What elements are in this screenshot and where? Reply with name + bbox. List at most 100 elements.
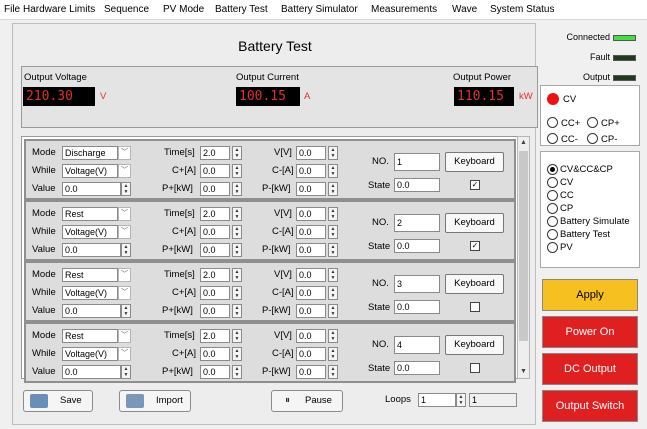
apply-button[interactable]: Apply <box>542 279 638 311</box>
power-on-button[interactable]: Power On <box>542 316 638 348</box>
c-plus-input[interactable]: 0.0 <box>200 347 230 361</box>
p-plus-spinner[interactable]: ▲ ▼ <box>232 182 242 196</box>
p-plus-spinner[interactable]: ▲ ▼ <box>232 243 242 257</box>
while-select[interactable]: Voltage(V) <box>62 225 118 239</box>
p-minus-input[interactable]: 0.0 <box>296 304 326 318</box>
p-plus-spinner[interactable]: ▲ ▼ <box>232 304 242 318</box>
no-input[interactable]: 3 <box>394 275 440 293</box>
radio-cc-minus[interactable] <box>547 133 558 144</box>
p-plus-input[interactable]: 0.0 <box>200 182 230 196</box>
mode-select[interactable]: Rest <box>62 268 118 282</box>
menu-pv-mode[interactable]: PV Mode <box>163 4 204 15</box>
menu-sequence[interactable]: Sequence <box>104 4 149 15</box>
c-plus-input[interactable]: 0.0 <box>200 164 230 178</box>
time-input[interactable]: 2.0 <box>200 268 230 282</box>
keyboard-button[interactable]: Keyboard <box>445 274 504 294</box>
radio-pv[interactable] <box>547 242 558 253</box>
c-plus-spinner[interactable]: ▲ ▼ <box>232 164 242 178</box>
dc-output-button[interactable]: DC Output <box>542 353 638 385</box>
c-minus-spinner[interactable]: ▲ ▼ <box>328 164 338 178</box>
radio-battery-test[interactable] <box>547 229 558 240</box>
mode-select[interactable]: Discharge <box>62 146 118 160</box>
c-plus-input[interactable]: 0.0 <box>200 286 230 300</box>
keyboard-button[interactable]: Keyboard <box>445 152 504 172</box>
p-minus-input[interactable]: 0.0 <box>296 365 326 379</box>
v-input[interactable]: 0.0 <box>296 146 326 160</box>
mode-select[interactable]: Rest <box>62 207 118 221</box>
time-input[interactable]: 2.0 <box>200 146 230 160</box>
c-plus-spinner[interactable]: ▲ ▼ <box>232 286 242 300</box>
time-input[interactable]: 2.0 <box>200 329 230 343</box>
while-select[interactable]: Voltage(V) <box>62 347 118 361</box>
radio-cp-minus[interactable] <box>587 133 598 144</box>
c-plus-input[interactable]: 0.0 <box>200 225 230 239</box>
time-spinner[interactable]: ▲ ▼ <box>232 146 242 160</box>
keyboard-button[interactable]: Keyboard <box>445 335 504 355</box>
step-enable-checkbox[interactable] <box>470 302 480 312</box>
step-enable-checkbox[interactable]: ✓ <box>470 180 480 190</box>
value-input[interactable]: 0.0 <box>62 304 121 318</box>
v-spinner[interactable]: ▲ ▼ <box>328 146 338 160</box>
menu-battery-test[interactable]: Battery Test <box>215 4 268 15</box>
output-switch-button[interactable]: Output Switch <box>542 390 638 422</box>
no-input[interactable]: 1 <box>394 153 440 171</box>
p-minus-spinner[interactable]: ▲ ▼ <box>328 304 338 318</box>
no-input[interactable]: 4 <box>394 336 440 354</box>
p-minus-input[interactable]: 0.0 <box>296 243 326 257</box>
menu-measurements[interactable]: Measurements <box>371 4 437 15</box>
v-input[interactable]: 0.0 <box>296 329 326 343</box>
c-minus-input[interactable]: 0.0 <box>296 164 326 178</box>
loops-input[interactable]: 1 <box>418 393 456 407</box>
c-minus-spinner[interactable]: ▲ ▼ <box>328 286 338 300</box>
mode-select[interactable]: Rest <box>62 329 118 343</box>
mode-chevron-down-icon[interactable]: ﹀ <box>118 329 131 343</box>
c-minus-spinner[interactable]: ▲ ▼ <box>328 347 338 361</box>
menu-file[interactable]: File <box>4 4 20 15</box>
p-plus-input[interactable]: 0.0 <box>200 365 230 379</box>
c-minus-spinner[interactable]: ▲ ▼ <box>328 225 338 239</box>
p-minus-spinner[interactable]: ▲ ▼ <box>328 243 338 257</box>
while-chevron-down-icon[interactable]: ﹀ <box>118 164 131 178</box>
loops-spinner[interactable]: ▲ ▼ <box>456 393 466 407</box>
while-chevron-down-icon[interactable]: ﹀ <box>118 225 131 239</box>
radio-cv-cc-cp[interactable] <box>547 164 558 175</box>
p-minus-spinner[interactable]: ▲ ▼ <box>328 182 338 196</box>
while-chevron-down-icon[interactable]: ﹀ <box>118 347 131 361</box>
steps-scrollbar[interactable]: ▲ ▼ <box>517 136 530 379</box>
p-plus-spinner[interactable]: ▲ ▼ <box>232 365 242 379</box>
v-spinner[interactable]: ▲ ▼ <box>328 329 338 343</box>
radio-cp[interactable] <box>547 203 558 214</box>
pause-button[interactable]: ⏸ Pause <box>271 390 343 412</box>
p-plus-input[interactable]: 0.0 <box>200 304 230 318</box>
v-input[interactable]: 0.0 <box>296 207 326 221</box>
radio-cc-plus[interactable] <box>547 117 558 128</box>
p-plus-input[interactable]: 0.0 <box>200 243 230 257</box>
radio-cv[interactable] <box>547 177 558 188</box>
while-chevron-down-icon[interactable]: ﹀ <box>118 286 131 300</box>
radio-cp-plus[interactable] <box>587 117 598 128</box>
menu-system-status[interactable]: System Status <box>490 4 554 15</box>
scroll-down-icon[interactable]: ▼ <box>518 366 529 378</box>
no-input[interactable]: 2 <box>394 214 440 232</box>
save-button[interactable]: Save <box>23 390 93 412</box>
c-minus-input[interactable]: 0.0 <box>296 286 326 300</box>
menu-hardware-limits[interactable]: Hardware Limits <box>23 4 95 15</box>
while-select[interactable]: Voltage(V) <box>62 286 118 300</box>
mode-chevron-down-icon[interactable]: ﹀ <box>118 146 131 160</box>
keyboard-button[interactable]: Keyboard <box>445 213 504 233</box>
c-minus-input[interactable]: 0.0 <box>296 225 326 239</box>
radio-cc[interactable] <box>547 190 558 201</box>
mode-chevron-down-icon[interactable]: ﹀ <box>118 268 131 282</box>
mode-chevron-down-icon[interactable]: ﹀ <box>118 207 131 221</box>
c-plus-spinner[interactable]: ▲ ▼ <box>232 225 242 239</box>
p-minus-input[interactable]: 0.0 <box>296 182 326 196</box>
scroll-up-icon[interactable]: ▲ <box>518 137 529 149</box>
value-input[interactable]: 0.0 <box>62 365 121 379</box>
v-spinner[interactable]: ▲ ▼ <box>328 207 338 221</box>
step-enable-checkbox[interactable]: ✓ <box>470 241 480 251</box>
scroll-thumb[interactable] <box>519 151 528 341</box>
p-minus-spinner[interactable]: ▲ ▼ <box>328 365 338 379</box>
radio-battery-simulate[interactable] <box>547 216 558 227</box>
v-input[interactable]: 0.0 <box>296 268 326 282</box>
time-spinner[interactable]: ▲ ▼ <box>232 329 242 343</box>
